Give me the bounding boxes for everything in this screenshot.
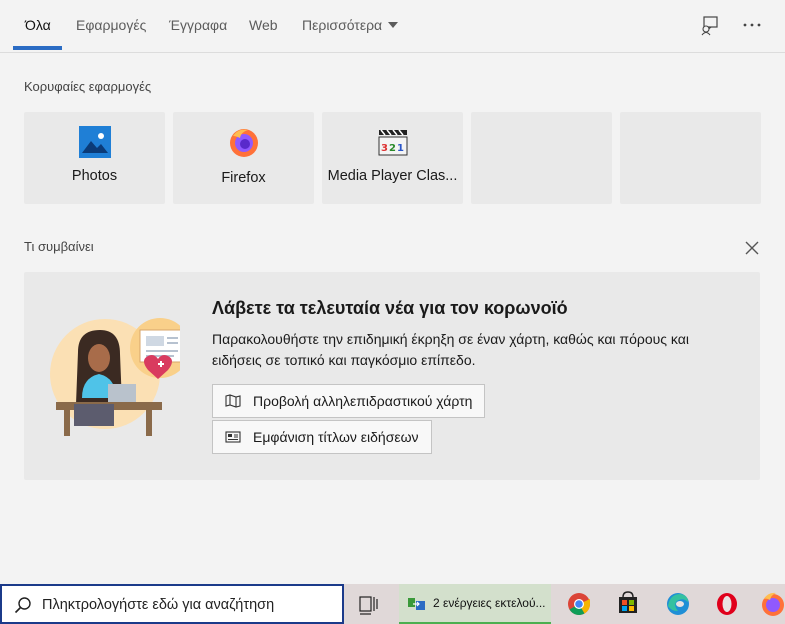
- active-tab-indicator: [13, 46, 62, 50]
- tab-more[interactable]: Περισσότερα: [302, 0, 399, 50]
- top-apps-title: Κορυφαίες εφαρμογές: [24, 79, 152, 94]
- taskbar-search-box[interactable]: [0, 584, 344, 624]
- news-card: Λάβετε τα τελευταία νέα για τον κορωνοϊό…: [24, 272, 760, 480]
- store-icon[interactable]: [615, 584, 641, 624]
- news-card-description: Παρακολουθήστε την επιδημική έκρηξη σε έ…: [212, 331, 689, 368]
- feedback-icon[interactable]: [697, 12, 723, 38]
- taskbar: 2 ενέργειες εκτελού...: [0, 584, 785, 624]
- chrome-icon[interactable]: [566, 584, 592, 624]
- svg-text:2: 2: [389, 143, 396, 154]
- media-player-classic-icon: 3 2 1: [378, 129, 408, 156]
- chevron-down-icon: [388, 22, 399, 28]
- photos-icon: [79, 126, 111, 158]
- map-icon: [225, 394, 241, 408]
- tab-apps[interactable]: Εφαρμογές: [76, 0, 146, 50]
- view-map-label: Προβολή αλληλεπιδραστικού χάρτη: [253, 393, 473, 409]
- opera-icon[interactable]: [714, 584, 740, 624]
- task-view-icon[interactable]: [355, 584, 381, 624]
- app-tile-label: Firefox: [221, 170, 266, 186]
- taskbar-task-label: 2 ενέργειες εκτελού...: [433, 596, 546, 610]
- app-tile-label: Photos: [71, 168, 118, 184]
- tab-more-label: Περισσότερα: [302, 17, 383, 33]
- search-icon: [14, 597, 31, 614]
- tab-web[interactable]: Web: [249, 0, 278, 50]
- firefox-icon[interactable]: [760, 584, 785, 624]
- view-map-button[interactable]: Προβολή αλληλεπιδραστικού χάρτη: [212, 384, 486, 418]
- app-tile-empty: [471, 112, 612, 204]
- show-headlines-label: Εμφάνιση τίτλων ειδήσεων: [253, 429, 419, 445]
- app-tile-empty: [620, 112, 761, 204]
- edge-icon[interactable]: [665, 584, 691, 624]
- search-input[interactable]: [40, 592, 334, 618]
- close-icon[interactable]: [744, 240, 760, 256]
- app-tile-media-player-classic[interactable]: 3 2 1 Media Player Clas...: [322, 112, 463, 204]
- file-transfer-icon: [408, 598, 425, 610]
- svg-text:1: 1: [397, 143, 404, 154]
- taskbar-running-task[interactable]: 2 ενέργειες εκτελού...: [399, 584, 551, 624]
- tab-documents[interactable]: Έγγραφα: [169, 0, 227, 50]
- search-panel: Όλα Εφαρμογές Έγγραφα Web Περισσότερα Κο…: [0, 0, 785, 584]
- more-options-icon[interactable]: [739, 12, 765, 38]
- app-tile-label: Media Player Clas...: [327, 168, 458, 184]
- show-headlines-button[interactable]: Εμφάνιση τίτλων ειδήσεων: [212, 420, 432, 454]
- tab-bar: Όλα Εφαρμογές Έγγραφα Web Περισσότερα: [0, 0, 785, 53]
- news-icon: [225, 431, 241, 443]
- news-illustration: [50, 318, 180, 436]
- tab-all[interactable]: Όλα: [25, 0, 51, 50]
- svg-text:3: 3: [381, 143, 388, 154]
- news-card-heading: Λάβετε τα τελευταία νέα για τον κορωνοϊό: [212, 298, 568, 318]
- app-tile-firefox[interactable]: Firefox: [173, 112, 314, 204]
- whats-new-title: Τι συμβαίνει: [24, 239, 94, 254]
- firefox-icon: [230, 129, 258, 157]
- app-tile-photos[interactable]: Photos: [24, 112, 165, 204]
